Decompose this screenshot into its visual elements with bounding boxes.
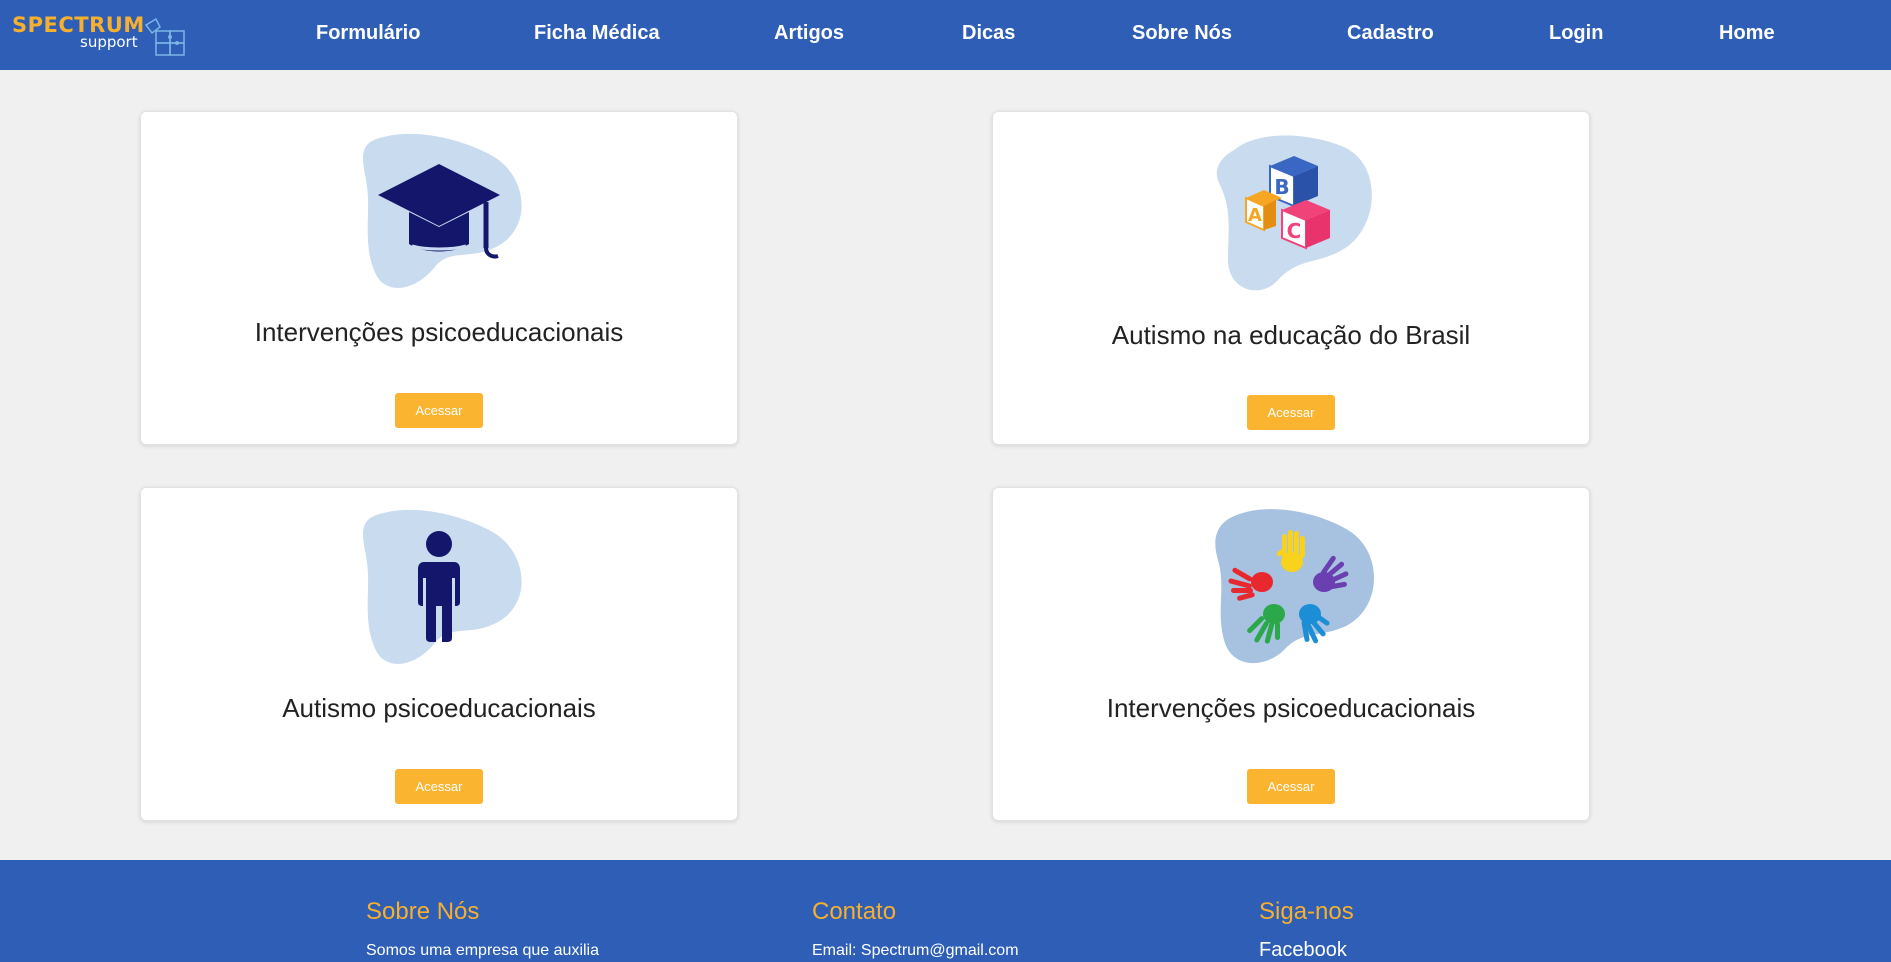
footer: Sobre Nós Somos uma empresa que auxilia … [0, 860, 1891, 962]
access-button[interactable]: Acessar [1247, 769, 1335, 804]
article-card: Intervenções psicoeducacionais Acessar [140, 111, 738, 445]
card-title: Autismo psicoeducacionais [282, 693, 596, 723]
footer-contact-email[interactable]: Email: Spectrum@gmail.com [812, 941, 1019, 961]
card-title: Intervenções psicoeducacionais [254, 317, 624, 347]
footer-social: Siga-nos Facebook [1259, 898, 1354, 962]
footer-about-heading: Sobre Nós [366, 898, 480, 925]
nav-home[interactable]: Home [1719, 21, 1775, 45]
person-icon [363, 509, 522, 664]
footer-social-heading: Siga-nos [1259, 898, 1354, 925]
access-button[interactable]: Acessar [1247, 395, 1335, 430]
article-card: Intervenções psicoeducacionais Acessar [992, 487, 1590, 821]
svg-text:C: C [1287, 219, 1302, 243]
card-title: Intervenções psicoeducacionais [1106, 693, 1476, 723]
logo-subtitle: support [80, 33, 138, 51]
svg-text:B: B [1274, 175, 1289, 199]
article-card: B A C Autismo na educação do Brasil Aces… [992, 111, 1590, 445]
access-button[interactable]: Acessar [395, 769, 483, 804]
article-card: Autismo psicoeducacionais Acessar [140, 487, 738, 821]
nav-formulario[interactable]: Formulário [316, 21, 420, 45]
svg-text:A: A [1248, 205, 1262, 226]
nav-dicas[interactable]: Dicas [962, 21, 1015, 45]
footer-about-text: Somos uma empresa que auxilia [366, 942, 600, 959]
navbar: SPECTRUM support Formulário Ficha Médica… [0, 0, 1891, 70]
nav-login[interactable]: Login [1549, 21, 1603, 45]
abc-blocks-icon: B A C [1216, 135, 1372, 291]
nav-ficha-medica[interactable]: Ficha Médica [534, 21, 660, 45]
nav-cadastro[interactable]: Cadastro [1347, 21, 1434, 45]
brand-logo[interactable]: SPECTRUM support [12, 13, 185, 57]
card-title: Autismo na educação do Brasil [1111, 320, 1471, 350]
facebook-link[interactable]: Facebook [1259, 938, 1354, 962]
graduation-cap-icon [363, 133, 522, 288]
colorful-hands-icon [1215, 509, 1375, 664]
footer-about: Sobre Nós Somos uma empresa que auxilia [366, 898, 599, 961]
nav-artigos[interactable]: Artigos [774, 21, 844, 45]
footer-contact: Contato Email: Spectrum@gmail.com [812, 898, 1019, 961]
footer-contact-heading: Contato [812, 898, 897, 925]
puzzle-icon [144, 17, 185, 56]
nav-sobre-nos[interactable]: Sobre Nós [1132, 21, 1232, 45]
access-button[interactable]: Acessar [395, 393, 483, 428]
